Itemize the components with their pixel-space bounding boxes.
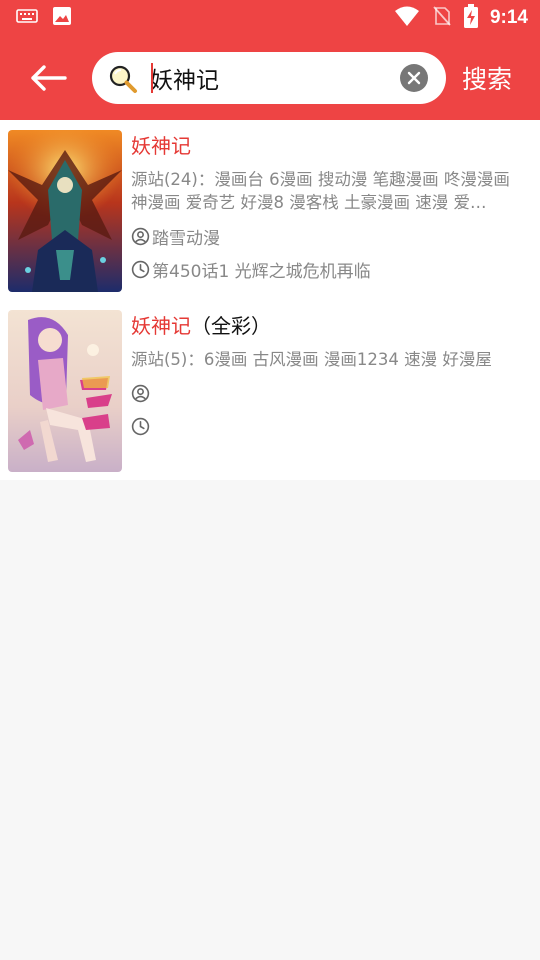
status-bar: 9:14 xyxy=(0,0,540,36)
result-sources: 源站(24)：漫画台 6漫画 搜动漫 笔趣漫画 咚漫漫画 神漫画 爱奇艺 好漫8… xyxy=(131,170,510,212)
person-icon xyxy=(131,227,150,246)
image-icon xyxy=(52,6,72,30)
search-button[interactable]: 搜索 xyxy=(462,60,512,96)
cover-image xyxy=(8,310,122,472)
result-title: 妖神记 xyxy=(131,134,191,158)
result-sources: 源站(5)：6漫画 古风漫画 漫画1234 速漫 好漫屋 xyxy=(131,350,492,369)
result-list: 妖神记 源站(24)：漫画台 6漫画 搜动漫 笔趣漫画 咚漫漫画 神漫画 爱奇艺… xyxy=(0,120,540,480)
clock-icon xyxy=(131,260,150,279)
search-box[interactable] xyxy=(92,52,446,104)
battery-charging-icon xyxy=(463,4,478,32)
back-button[interactable] xyxy=(26,58,72,98)
magnifier-icon xyxy=(108,64,138,94)
clock-icon xyxy=(131,417,150,436)
cover-image xyxy=(8,130,122,292)
keyboard-icon xyxy=(16,8,38,28)
result-item[interactable]: 妖神记（全彩） 源站(5)：6漫画 古风漫画 漫画1234 速漫 好漫屋 xyxy=(0,300,540,476)
result-title: 妖神记（全彩） xyxy=(131,314,271,338)
app-bar: 搜索 xyxy=(0,36,540,120)
no-sim-icon xyxy=(432,5,452,31)
author-name: 踏雪动漫 xyxy=(152,229,220,249)
latest-row: 第450话1 光辉之城危机再临 xyxy=(131,257,371,282)
search-input[interactable] xyxy=(150,60,390,96)
text-caret xyxy=(151,63,153,93)
author-row: 踏雪动漫 xyxy=(131,224,220,249)
close-icon xyxy=(407,71,421,85)
clear-button[interactable] xyxy=(400,64,428,92)
status-time: 9:14 xyxy=(489,7,528,28)
result-item[interactable]: 妖神记 源站(24)：漫画台 6漫画 搜动漫 笔趣漫画 咚漫漫画 神漫画 爱奇艺… xyxy=(0,120,540,296)
author-row xyxy=(131,384,152,403)
wifi-icon xyxy=(394,5,420,31)
back-arrow-icon xyxy=(31,65,67,91)
person-icon xyxy=(131,384,150,403)
latest-chapter: 第450话1 光辉之城危机再临 xyxy=(152,262,371,282)
latest-row xyxy=(131,417,152,436)
